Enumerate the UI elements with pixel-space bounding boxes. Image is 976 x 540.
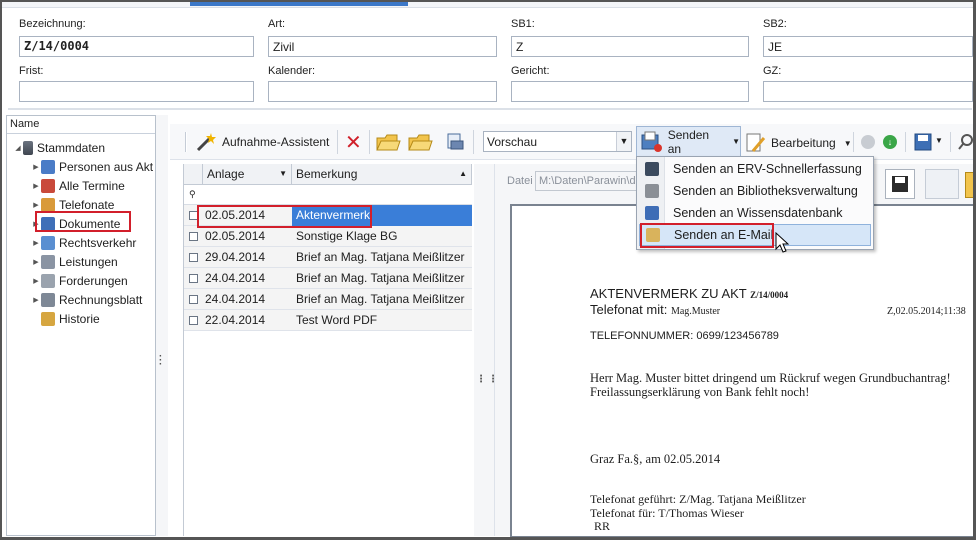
- window-frame: [0, 0, 976, 540]
